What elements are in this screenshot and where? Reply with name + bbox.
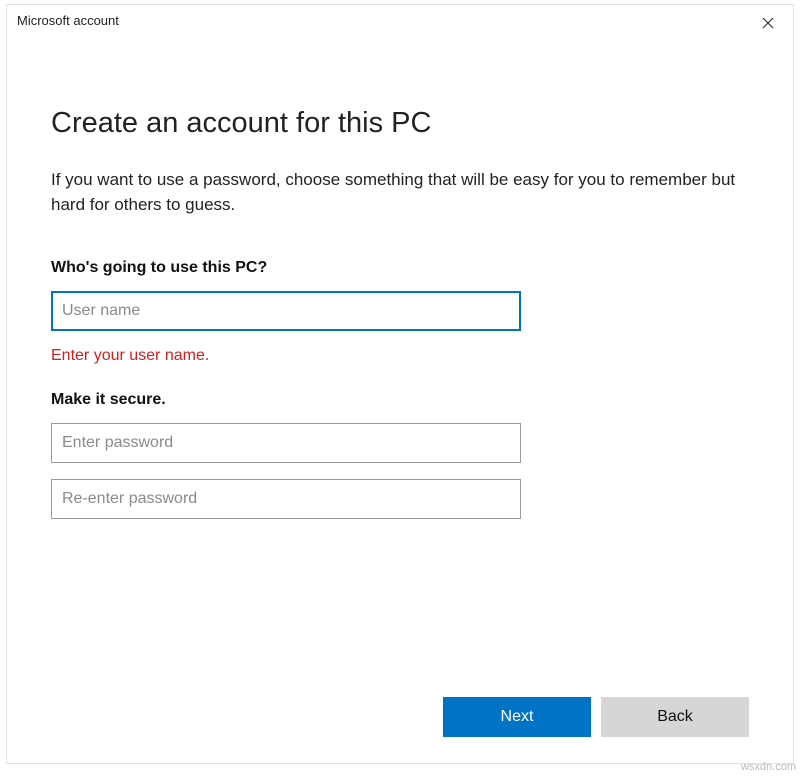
close-button[interactable] [753, 11, 783, 35]
page-heading: Create an account for this PC [51, 107, 749, 140]
password-section-label: Make it secure. [51, 391, 749, 409]
titlebar: Microsoft account [7, 5, 793, 37]
username-section-label: Who's going to use this PC? [51, 259, 749, 277]
password-confirm-input-wrap [51, 479, 749, 519]
watermark: wsxdn.com [741, 761, 796, 773]
window-title: Microsoft account [17, 11, 119, 28]
dialog-content: Create an account for this PC If you wan… [7, 37, 793, 697]
close-icon [762, 17, 774, 29]
dialog-footer: Next Back [7, 697, 793, 763]
page-description: If you want to use a password, choose so… [51, 168, 741, 217]
password-confirm-input[interactable] [51, 479, 521, 519]
back-button[interactable]: Back [601, 697, 749, 737]
password-input[interactable] [51, 423, 521, 463]
password-input-wrap [51, 423, 749, 463]
username-input[interactable] [51, 291, 521, 331]
username-error: Enter your user name. [51, 347, 749, 365]
username-input-wrap [51, 291, 749, 331]
next-button[interactable]: Next [443, 697, 591, 737]
dialog-window: Microsoft account Create an account for … [6, 4, 794, 764]
